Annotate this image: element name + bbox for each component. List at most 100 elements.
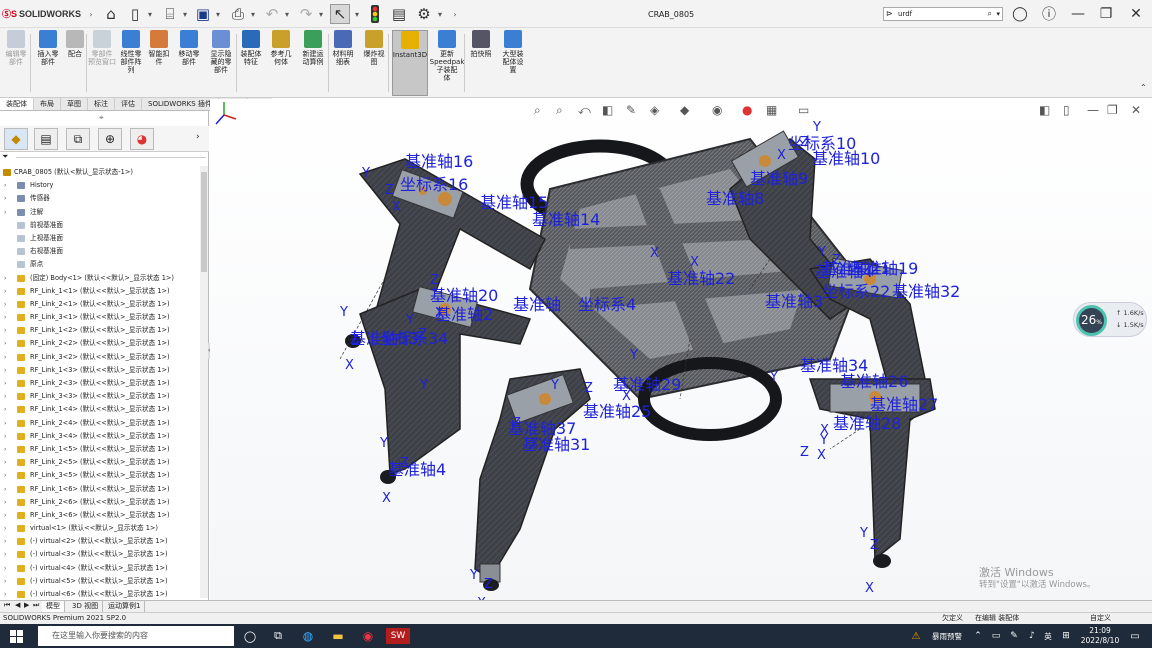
configuration-manager-tab-icon[interactable]: ⧉	[66, 128, 90, 150]
tree-item[interactable]: › virtual<1> (默认<<默认>_显示状态 1>)	[0, 522, 200, 535]
redo-icon[interactable]: ↷	[296, 4, 316, 24]
expand-arrow-icon[interactable]: ›	[4, 509, 6, 522]
zoom-to-area-icon[interactable]: ⌕	[556, 103, 563, 118]
expand-arrow-icon[interactable]: ›	[4, 285, 6, 298]
tree-item[interactable]: › RF_Link_3<3> (默认<<默认>_显示状态 1>)	[0, 390, 200, 403]
previous-view-icon[interactable]: ⤺	[578, 103, 591, 118]
expand-arrow-icon[interactable]: ›	[4, 298, 6, 311]
tree-item[interactable]: › RF_Link_2<3> (默认<<默认>_显示状态 1>)	[0, 377, 200, 390]
datum-label[interactable]: 坐标系16	[400, 177, 468, 193]
input-method-icon[interactable]: ⊞	[1060, 628, 1072, 644]
tab-0[interactable]: 装配体	[0, 98, 34, 110]
new-dropdown-icon[interactable]: ▾	[145, 4, 155, 24]
tree-item[interactable]: › RF_Link_1<3> (默认<<默认>_显示状态 1>)	[0, 364, 200, 377]
ribbon-button-4[interactable]: 线性零 部件阵 列	[118, 30, 144, 96]
ribbon-button-11[interactable]: 材料明 细表	[330, 30, 356, 96]
viewport-restore-icon[interactable]: ❐	[1107, 103, 1118, 117]
pen-icon[interactable]: ✎	[1008, 628, 1020, 644]
datum-label[interactable]: 基准轴20	[430, 288, 498, 304]
search-input[interactable]: ⊳ urdf ⌕ ▾	[883, 7, 1003, 21]
panel-pin-icon[interactable]: ⌖	[99, 113, 104, 123]
expand-arrow-icon[interactable]: ›	[4, 562, 6, 575]
select-pointer-icon[interactable]: ↖	[330, 4, 350, 24]
tree-item[interactable]: › (-) virtual<2> (默认<<默认>_显示状态 1>)	[0, 535, 200, 548]
volume-icon[interactable]: ♪	[1026, 628, 1038, 644]
tree-item[interactable]: › RF_Link_2<6> (默认<<默认>_显示状态 1>)	[0, 496, 200, 509]
tree-item[interactable]: › RF_Link_2<2> (默认<<默认>_显示状态 1>)	[0, 337, 200, 350]
datum-label[interactable]: 坐标系4	[578, 297, 636, 313]
ribbon-button-2[interactable]: 配合	[64, 30, 86, 96]
tree-item[interactable]: 前视基准面	[0, 219, 200, 232]
first-tab-arrow-icon[interactable]: ⏮	[4, 601, 10, 610]
taskbar-search-box[interactable]: 在这里输入你要搜索的内容	[38, 626, 234, 646]
datum-label[interactable]: 基准轴26	[840, 374, 908, 390]
ribbon-button-9[interactable]: 参考几 何体	[268, 30, 294, 96]
file-properties-icon[interactable]: ▤	[389, 4, 409, 24]
ribbon-button-12[interactable]: 爆炸视 图	[360, 30, 388, 96]
options-dropdown-icon[interactable]: ▾	[435, 4, 445, 24]
task-view-icon[interactable]: ⧉	[268, 628, 288, 644]
network-icon[interactable]: ▭	[990, 628, 1002, 644]
tree-item[interactable]: › RF_Link_1<6> (默认<<默认>_显示状态 1>)	[0, 483, 200, 496]
new-document-icon[interactable]: ▯	[125, 4, 145, 24]
undo-dropdown-icon[interactable]: ▾	[282, 4, 292, 24]
expand-arrow-icon[interactable]: ›	[4, 417, 6, 430]
property-manager-tab-icon[interactable]: ▤	[34, 128, 58, 150]
datum-label[interactable]: 基准轴15	[480, 195, 548, 211]
edge-browser-icon[interactable]: ◍	[298, 628, 318, 644]
tree-item[interactable]: › RF_Link_3<6> (默认<<默认>_显示状态 1>)	[0, 509, 200, 522]
tree-scrollbar[interactable]	[200, 166, 208, 598]
datum-label[interactable]: 基准轴16	[405, 154, 473, 170]
datum-label[interactable]: 基准轴19	[850, 261, 918, 277]
tree-item[interactable]: › (-) virtual<5> (默认<<默认>_显示状态 1>)	[0, 575, 200, 588]
tree-item[interactable]: › RF_Link_2<1> (默认<<默认>_显示状态 1>)	[0, 298, 200, 311]
ribbon-button-6[interactable]: 移动零 部件	[176, 30, 202, 96]
restore-button[interactable]: ❐	[1094, 4, 1118, 24]
viewport-close-icon[interactable]: ✕	[1131, 103, 1141, 117]
select-dropdown-icon[interactable]: ▾	[352, 4, 362, 24]
ribbon-button-8[interactable]: 装配体 特征	[238, 30, 264, 96]
hide-show-items-icon[interactable]: ◉	[712, 103, 722, 117]
ribbon-button-16[interactable]: 大型装 配体设 置	[498, 30, 528, 96]
datum-label[interactable]: 基准轴25	[583, 404, 651, 420]
tab-1[interactable]: 布局	[34, 98, 61, 110]
expand-arrow-icon[interactable]: ›	[4, 377, 6, 390]
tree-item[interactable]: › RF_Link_2<5> (默认<<默认>_显示状态 1>)	[0, 456, 200, 469]
ribbon-button-5[interactable]: 智能扣 件	[146, 30, 172, 96]
tree-item[interactable]: › RF_Link_1<4> (默认<<默认>_显示状态 1>)	[0, 403, 200, 416]
expand-arrow-icon[interactable]: ›	[4, 522, 6, 535]
view-settings-icon[interactable]: ▭	[798, 103, 809, 117]
tree-item[interactable]: › RF_Link_1<1> (默认<<默认>_显示状态 1>)	[0, 285, 200, 298]
ribbon-button-7[interactable]: 显示隐 藏的零 部件	[206, 30, 236, 96]
ribbon-button-15[interactable]: 拍快照	[468, 30, 494, 96]
expand-arrow-icon[interactable]: ›	[4, 430, 6, 443]
toolbar-expand-icon[interactable]: ›	[450, 4, 460, 24]
tab-motion-study[interactable]: 运动算例1	[104, 601, 146, 612]
expand-arrow-icon[interactable]: ›	[4, 575, 6, 588]
open-dropdown-icon[interactable]: ▾	[180, 4, 190, 24]
tree-item[interactable]: › RF_Link_1<2> (默认<<默认>_显示状态 1>)	[0, 324, 200, 337]
tree-item[interactable]: 上视基准面	[0, 232, 200, 245]
graphics-viewport[interactable]: ⌕ ⌕ ⤺ ◧ ✎ ◈ ◆ ◉ ● ▦ ▭ ◧ ▯ — ❐ ✕ 基准轴16 坐标系…	[210, 99, 1152, 600]
file-explorer-icon[interactable]: ▬	[328, 628, 348, 644]
expand-arrow-icon[interactable]: ›	[4, 588, 6, 598]
expand-arrow-icon[interactable]: ›	[4, 443, 6, 456]
undo-icon[interactable]: ↶	[262, 4, 282, 24]
ribbon-button-10[interactable]: 新建运 动算例	[298, 30, 328, 96]
viewport-tile-icon[interactable]: ▯	[1063, 103, 1070, 117]
datum-label[interactable]: 坐标系22	[822, 284, 890, 300]
ribbon-button-14[interactable]: 更新 Speedpak 子装配 体	[430, 30, 464, 96]
tree-item[interactable]: 原点	[0, 258, 200, 271]
notification-icon[interactable]: ▭	[1128, 628, 1142, 644]
options-gear-icon[interactable]: ⚙	[414, 4, 434, 24]
tree-item[interactable]: › 传感器	[0, 192, 200, 205]
panel-more-icon[interactable]: ›	[196, 132, 200, 142]
tab-3d-view[interactable]: 3D 视图	[68, 601, 104, 612]
weather-text[interactable]: 暴雨预警	[926, 628, 968, 644]
ribbon-button-1[interactable]: 插入零 部件	[34, 30, 62, 96]
tree-item[interactable]: › (-) virtual<4> (默认<<默认>_显示状态 1>)	[0, 562, 200, 575]
expand-arrow-icon[interactable]: ›	[4, 311, 6, 324]
search-icon[interactable]: ⌕	[988, 8, 992, 20]
datum-label[interactable]: 基准轴10	[812, 151, 880, 167]
expand-arrow-icon[interactable]: ›	[4, 548, 6, 561]
